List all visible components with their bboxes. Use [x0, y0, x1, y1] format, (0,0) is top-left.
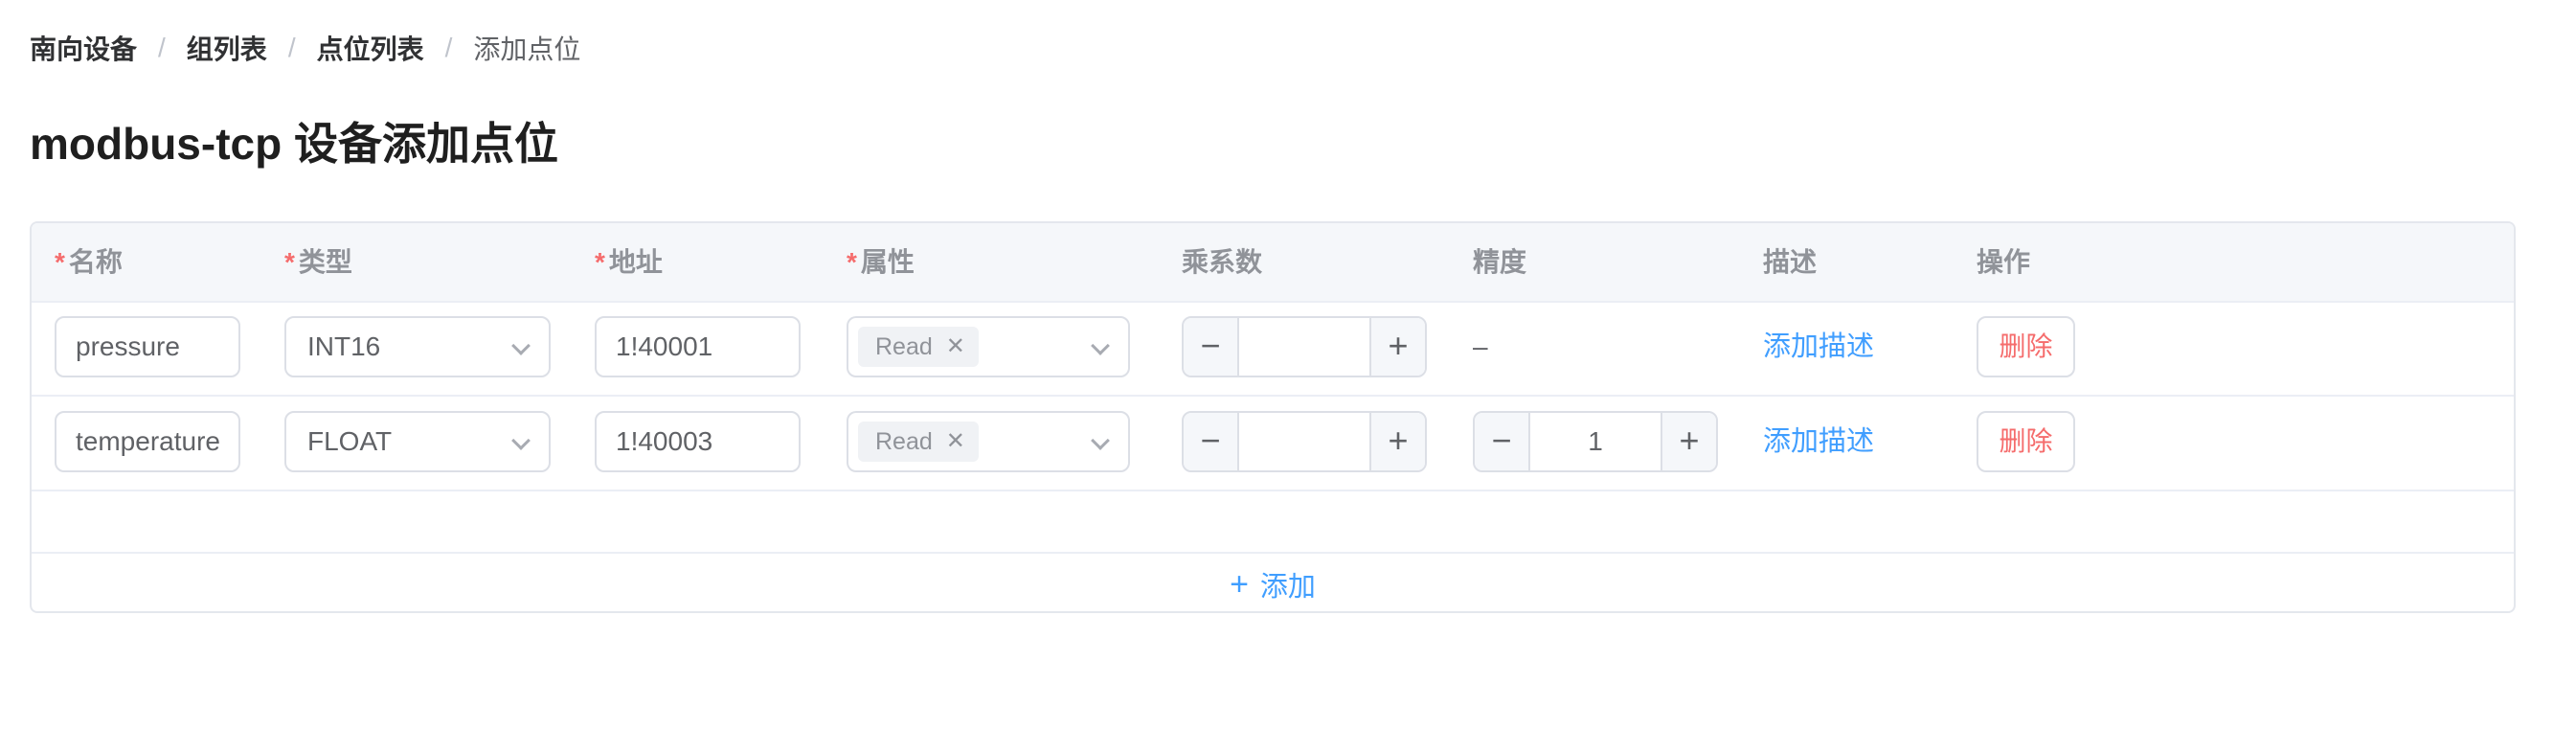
type-select-value: FLOAT	[307, 426, 393, 456]
add-description-link[interactable]: 添加描述	[1763, 316, 1874, 377]
delete-button[interactable]: 删除	[1977, 316, 2075, 377]
plus-icon[interactable]: +	[1661, 413, 1716, 470]
points-table: * 名称 * 类型 * 地址 * 属性 乘系数 精度 描述 操作 pressure IN…	[30, 221, 2516, 613]
plus-icon[interactable]: +	[1369, 413, 1425, 470]
column-header-multiplier: 乘系数	[1182, 247, 1263, 277]
minus-icon[interactable]: −	[1184, 413, 1239, 470]
breadcrumb-separator: /	[444, 33, 453, 62]
type-select[interactable]: INT16	[284, 316, 551, 377]
column-header-name: * 名称	[55, 247, 123, 277]
chevron-down-icon	[487, 318, 549, 376]
precision-value: –	[1473, 331, 1488, 361]
plus-icon[interactable]: +	[1369, 318, 1425, 376]
attribute-select[interactable]: Read ✕	[847, 411, 1130, 472]
page-title: modbus-tcp 设备添加点位	[30, 119, 558, 169]
breadcrumb-separator: /	[287, 33, 296, 62]
table-header: * 名称 * 类型 * 地址 * 属性 乘系数 精度 描述 操作	[32, 223, 2514, 303]
breadcrumb-separator: /	[158, 33, 166, 62]
column-header-address: * 地址	[595, 247, 663, 277]
column-header-precision: 精度	[1473, 247, 1527, 277]
multiplier-stepper: − +	[1182, 316, 1427, 377]
attribute-select[interactable]: Read ✕	[847, 316, 1130, 377]
required-marker: *	[284, 247, 295, 277]
chevron-down-icon	[1067, 318, 1128, 376]
empty-row	[32, 490, 2514, 554]
address-input[interactable]: 1!40003	[595, 411, 801, 472]
name-input[interactable]: temperature	[55, 411, 240, 472]
attribute-tag-label: Read	[875, 333, 933, 360]
minus-icon[interactable]: −	[1184, 318, 1239, 376]
delete-button[interactable]: 删除	[1977, 411, 2075, 472]
column-header-type: * 类型	[284, 247, 352, 277]
attribute-tag: Read ✕	[858, 422, 979, 462]
name-input[interactable]: pressure	[55, 316, 240, 377]
chevron-down-icon	[1067, 413, 1128, 470]
column-header-attribute: * 属性	[847, 247, 915, 277]
minus-icon[interactable]: −	[1475, 413, 1530, 470]
add-row-label: 添加	[1259, 572, 1316, 603]
multiplier-input[interactable]	[1239, 413, 1369, 470]
breadcrumb-southbound-devices[interactable]: 南向设备	[30, 29, 137, 67]
breadcrumb-current: 添加点位	[473, 34, 581, 64]
address-input[interactable]: 1!40001	[595, 316, 801, 377]
required-marker: *	[847, 247, 857, 277]
chevron-down-icon	[487, 413, 549, 470]
breadcrumb-group-list[interactable]: 组列表	[187, 29, 267, 67]
attribute-tag: Read ✕	[858, 327, 979, 367]
close-icon[interactable]: ✕	[946, 422, 965, 462]
table-row: pressure INT16 1!40001 Read ✕ − + – 添加描述…	[32, 301, 2514, 397]
multiplier-stepper: − +	[1182, 411, 1427, 472]
type-select[interactable]: FLOAT	[284, 411, 551, 472]
column-header-description: 描述	[1763, 247, 1818, 277]
close-icon[interactable]: ✕	[946, 327, 965, 367]
breadcrumb-point-list[interactable]: 点位列表	[317, 29, 424, 67]
required-marker: *	[595, 247, 605, 277]
attribute-tag-label: Read	[875, 428, 933, 455]
precision-input[interactable]: 1	[1530, 413, 1661, 470]
breadcrumb: 南向设备 / 组列表 / 点位列表 / 添加点位	[30, 29, 580, 67]
required-marker: *	[55, 247, 65, 277]
type-select-value: INT16	[307, 331, 381, 361]
add-description-link[interactable]: 添加描述	[1763, 411, 1874, 472]
plus-icon: +	[1230, 566, 1249, 603]
table-row: temperature FLOAT 1!40003 Read ✕ − + − 1…	[32, 396, 2514, 491]
column-header-action: 操作	[1977, 247, 2031, 277]
add-row-button[interactable]: + 添加	[32, 552, 2514, 611]
precision-stepper: − 1 +	[1473, 411, 1718, 472]
multiplier-input[interactable]	[1239, 318, 1369, 376]
